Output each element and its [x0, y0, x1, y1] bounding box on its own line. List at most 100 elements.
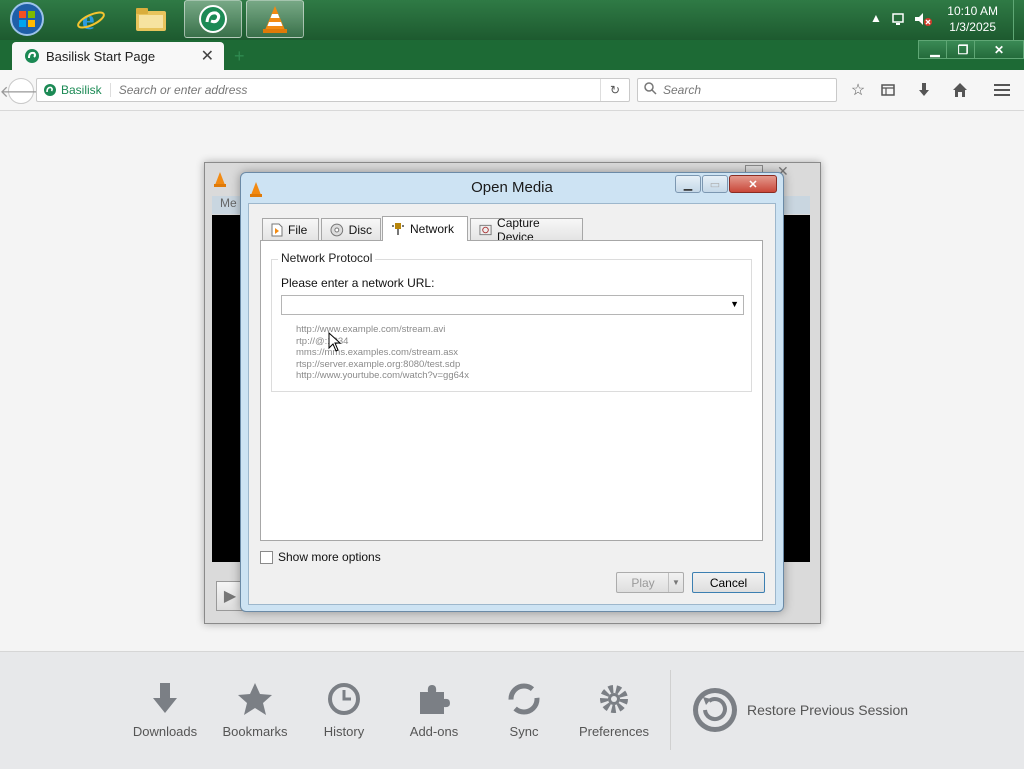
show-more-options-checkbox[interactable]: Show more options: [260, 550, 381, 564]
dialog-minimize-button[interactable]: ▁: [675, 175, 701, 193]
network-protocol-group: Network Protocol Please enter a network …: [271, 251, 752, 392]
taskbar-file-explorer[interactable]: [122, 0, 180, 38]
mouse-cursor-icon: [328, 332, 342, 352]
launcher-bookmarks[interactable]: Bookmarks: [210, 682, 300, 739]
system-clock[interactable]: 10:10 AM 1/3/2025: [947, 3, 998, 35]
home-icon[interactable]: [950, 80, 970, 100]
network-tab-panel: Network Protocol Please enter a network …: [260, 240, 763, 541]
tab-disc[interactable]: Disc: [321, 218, 381, 240]
close-tab-icon[interactable]: ✕: [201, 46, 214, 66]
launcher-sync-label: Sync: [509, 724, 539, 739]
svg-text:e: e: [82, 5, 94, 34]
vlc-window-icon: [214, 172, 226, 187]
search-icon: [644, 82, 657, 98]
search-input[interactable]: Search: [663, 83, 701, 97]
star-icon: [238, 683, 272, 715]
launcher-bookmarks-label: Bookmarks: [222, 724, 288, 739]
puzzle-icon: [420, 685, 450, 714]
network-url-label: Please enter a network URL:: [281, 276, 435, 290]
download-icon: [153, 683, 177, 713]
url-examples: http://www.example.com/stream.avi rtp://…: [296, 324, 469, 382]
network-icon[interactable]: [891, 11, 907, 30]
capture-device-icon: [479, 224, 492, 235]
basilisk-icon: [199, 5, 227, 33]
dropdown-arrow-icon[interactable]: ▼: [730, 299, 739, 309]
show-more-options-label: Show more options: [278, 550, 381, 564]
tab-basilisk-start-page[interactable]: Basilisk Start Page ✕: [12, 42, 224, 70]
url-example: rtp://@:1234: [296, 335, 349, 347]
cancel-button[interactable]: Cancel: [692, 572, 765, 593]
taskbar-internet-explorer[interactable]: e: [62, 0, 120, 38]
taskbar: e ▲ 10:10 AM 1/3/2025: [0, 0, 1024, 41]
launcher-downloads-label: Downloads: [132, 724, 198, 739]
tab-file-label: File: [288, 222, 308, 237]
tray-overflow-icon[interactable]: ▲: [870, 11, 882, 25]
play-dropdown-arrow-icon[interactable]: ▼: [668, 573, 683, 592]
restore-session-button[interactable]: Restore Previous Session: [670, 670, 908, 750]
restore-session-icon: [693, 688, 737, 732]
launcher-preferences[interactable]: Preferences: [569, 682, 659, 739]
clock-time: 10:10 AM: [947, 4, 998, 18]
tab-network-label: Network: [410, 222, 455, 236]
navigation-toolbar: 🡐 Basilisk Search or enter address ↻ Sea…: [0, 70, 1024, 111]
tab-network[interactable]: Network: [382, 216, 468, 241]
address-bar[interactable]: Basilisk Search or enter address ↻: [36, 78, 630, 102]
close-window-button[interactable]: ✕: [974, 40, 1024, 59]
site-identity-icon: [44, 84, 56, 96]
taskbar-vlc[interactable]: [246, 0, 304, 38]
bookmarks-menu-icon[interactable]: [878, 80, 898, 100]
new-tab-button[interactable]: +: [234, 46, 245, 67]
restore-session-label: Restore Previous Session: [747, 702, 909, 718]
launcher-addons-label: Add-ons: [409, 724, 459, 739]
show-desktop-button[interactable]: [1013, 0, 1024, 40]
dialog-body: File Disc Network Capture Device Network…: [248, 203, 776, 605]
network-protocol-title: Network Protocol: [278, 251, 376, 265]
launcher-preferences-label: Preferences: [578, 724, 650, 739]
play-button[interactable]: Play ▼: [616, 572, 684, 593]
disc-icon: [330, 223, 344, 236]
bookmark-star-icon[interactable]: ☆: [848, 80, 868, 100]
dialog-maximize-button[interactable]: ▭: [702, 175, 728, 193]
launcher-downloads[interactable]: Downloads: [120, 682, 210, 739]
windows-orb-icon: [10, 2, 44, 36]
tab-title: Basilisk Start Page: [46, 48, 156, 64]
back-button[interactable]: 🡐: [0, 78, 42, 104]
clock-date: 1/3/2025: [949, 20, 996, 34]
tab-disc-label: Disc: [348, 222, 372, 237]
identity-label: Basilisk: [61, 83, 111, 97]
downloads-icon[interactable]: [914, 80, 934, 100]
cancel-button-label: Cancel: [709, 575, 748, 590]
sync-icon: [508, 683, 540, 715]
tab-capture-device[interactable]: Capture Device: [470, 216, 583, 244]
url-example: mms://mms.examples.com/stream.asx: [296, 347, 459, 358]
dialog-close-button[interactable]: ✕: [729, 175, 777, 193]
clock-icon: [328, 683, 360, 715]
search-bar[interactable]: Search: [637, 78, 837, 102]
vlc-menu-media[interactable]: Me: [220, 196, 237, 210]
open-media-dialog: Open Media ▁ ▭ ✕ File Disc Network Captu…: [240, 172, 784, 612]
folder-icon: [136, 8, 166, 31]
url-example: http://www.example.com/stream.avi: [296, 324, 446, 335]
launcher-history-label: History: [323, 724, 365, 739]
checkbox-box[interactable]: [260, 550, 273, 564]
start-button[interactable]: [6, 0, 48, 38]
play-button-label: Play: [631, 575, 655, 590]
internet-explorer-icon: e: [77, 5, 105, 34]
url-example: http://www.yourtube.com/watch?v=gg64x: [296, 370, 469, 381]
file-icon: [271, 223, 283, 236]
volume-muted-icon[interactable]: [914, 11, 932, 30]
tab-file[interactable]: File: [262, 218, 319, 240]
hamburger-menu-icon[interactable]: [992, 80, 1012, 100]
reload-icon[interactable]: ↻: [600, 79, 629, 101]
launcher-sync[interactable]: Sync: [479, 682, 569, 739]
address-input[interactable]: Search or enter address: [111, 83, 248, 97]
network-url-input[interactable]: ▼: [281, 295, 744, 315]
network-plug-icon: [392, 223, 404, 235]
vlc-cone-icon: [263, 6, 287, 33]
taskbar-basilisk[interactable]: [184, 0, 242, 38]
start-page-launcher: Downloads Bookmarks History Add-ons Sync…: [0, 651, 1024, 769]
launcher-history[interactable]: History: [299, 682, 389, 739]
launcher-addons[interactable]: Add-ons: [389, 682, 479, 739]
gear-icon: [600, 685, 628, 713]
basilisk-favicon-icon: [25, 49, 39, 63]
